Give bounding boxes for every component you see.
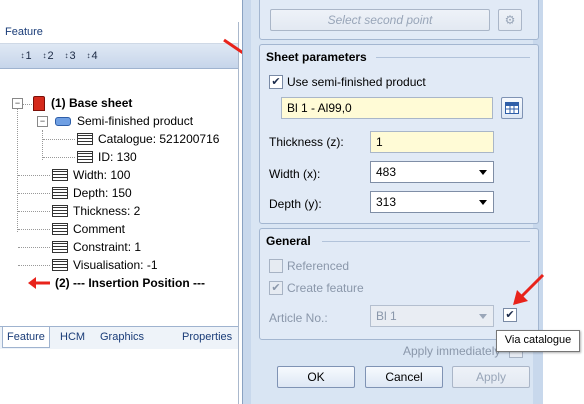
via-catalogue-tooltip: Via catalogue	[496, 330, 580, 352]
feature-panel-title: Feature	[0, 22, 238, 44]
tree-item-comment[interactable]: Comment	[52, 221, 125, 238]
table-icon	[52, 222, 68, 235]
select-second-point-button[interactable]: Select second point	[270, 9, 490, 31]
ok-button[interactable]: OK	[277, 366, 355, 388]
expand-level-4-button[interactable]: ↕4	[80, 47, 104, 65]
table-icon	[52, 204, 68, 217]
point-options-button[interactable]: ⚙	[498, 9, 522, 31]
sheet-parameters-title: Sheet parameters	[266, 50, 367, 64]
tree-item-insertion-position[interactable]: (2) --- Insertion Position ---	[55, 275, 205, 292]
tree-item-catalogue[interactable]: Catalogue: 521200716	[77, 131, 219, 148]
dialog-body: Select second point ⚙ Sheet parameters ✔…	[251, 0, 539, 404]
create-feature-checkbox[interactable]: ✔	[269, 281, 283, 295]
tree-item-base-sheet[interactable]: (1) Base sheet	[33, 95, 132, 112]
article-no-label: Article No.:	[269, 311, 328, 325]
tree-item-thickness[interactable]: Thickness: 2	[52, 203, 140, 220]
expand-level-3-button[interactable]: ↕3	[58, 47, 82, 65]
depth-label: Depth (y):	[269, 197, 322, 211]
material-field[interactable]: Bl 1 - Al99,0	[281, 97, 493, 119]
expand-level-1-button[interactable]: ↕1	[14, 47, 38, 65]
create-feature-label: Create feature	[287, 281, 364, 295]
table-icon	[77, 150, 93, 163]
feature-toolbar: ↕1 ↕2 ↕3 ↕4	[0, 44, 238, 69]
table-icon	[52, 240, 68, 253]
tab-hcm[interactable]: HCM	[56, 327, 89, 347]
feature-panel: Feature ↕1 ↕2 ↕3 ↕4 − (1) Base sheet − S…	[0, 22, 239, 404]
chevron-down-icon	[479, 200, 487, 205]
general-group: General Referenced ✔ Create feature Arti…	[259, 228, 539, 340]
referenced-checkbox[interactable]	[269, 259, 283, 273]
table-icon	[77, 132, 93, 145]
annotation-arrow-left	[28, 277, 50, 289]
cancel-button[interactable]: Cancel	[365, 366, 443, 388]
depth-select[interactable]: 313	[370, 191, 494, 213]
feature-panel-tabs: Feature HCM Graphics Properties	[0, 326, 238, 349]
catalogue-browse-button[interactable]	[501, 97, 523, 119]
table-icon	[52, 258, 68, 271]
annotation-arrow-down-left	[513, 273, 545, 305]
tree-item-depth[interactable]: Depth: 150	[52, 185, 132, 202]
plate-icon	[55, 117, 71, 127]
tree-item-visualisation[interactable]: Visualisation: -1	[52, 257, 158, 274]
tree-item-semi-finished[interactable]: Semi-finished product	[55, 113, 193, 130]
chevron-down-icon	[479, 170, 487, 175]
via-catalogue-checkbox[interactable]: ✔	[503, 308, 517, 322]
chevron-down-icon	[479, 314, 487, 319]
table-icon	[52, 186, 68, 199]
apply-immediately-label: Apply immediately	[403, 344, 501, 358]
use-semi-finished-checkbox[interactable]: ✔	[269, 75, 283, 89]
general-title: General	[266, 234, 311, 248]
tree-item-constraint[interactable]: Constraint: 1	[52, 239, 141, 256]
sheet-icon	[33, 96, 45, 112]
width-label: Width (x):	[269, 167, 321, 181]
tab-graphics[interactable]: Graphics	[96, 327, 148, 347]
thickness-label: Thickness (z):	[269, 135, 344, 149]
feature-tree: − (1) Base sheet − Semi-finished product…	[0, 68, 236, 326]
table-icon	[52, 168, 68, 181]
tab-properties[interactable]: Properties	[178, 327, 236, 347]
collapse-semi-finished-toggle[interactable]: −	[37, 116, 48, 127]
article-no-select[interactable]: Bl 1	[370, 305, 494, 327]
apply-button[interactable]: Apply	[452, 366, 530, 388]
expand-level-2-button[interactable]: ↕2	[36, 47, 60, 65]
width-select[interactable]: 483	[370, 161, 494, 183]
thickness-field[interactable]: 1	[370, 131, 494, 153]
use-semi-finished-label: Use semi-finished product	[287, 75, 426, 89]
tree-item-width[interactable]: Width: 100	[52, 167, 130, 184]
collapse-base-sheet-toggle[interactable]: −	[12, 98, 23, 109]
tree-item-id[interactable]: ID: 130	[77, 149, 137, 166]
sheet-parameters-group: Sheet parameters ✔ Use semi-finished pro…	[259, 44, 539, 224]
catalogue-icon	[505, 102, 519, 114]
point-selection-group: Select second point ⚙	[259, 0, 539, 40]
tab-feature[interactable]: Feature	[2, 327, 50, 348]
referenced-label: Referenced	[287, 259, 350, 273]
